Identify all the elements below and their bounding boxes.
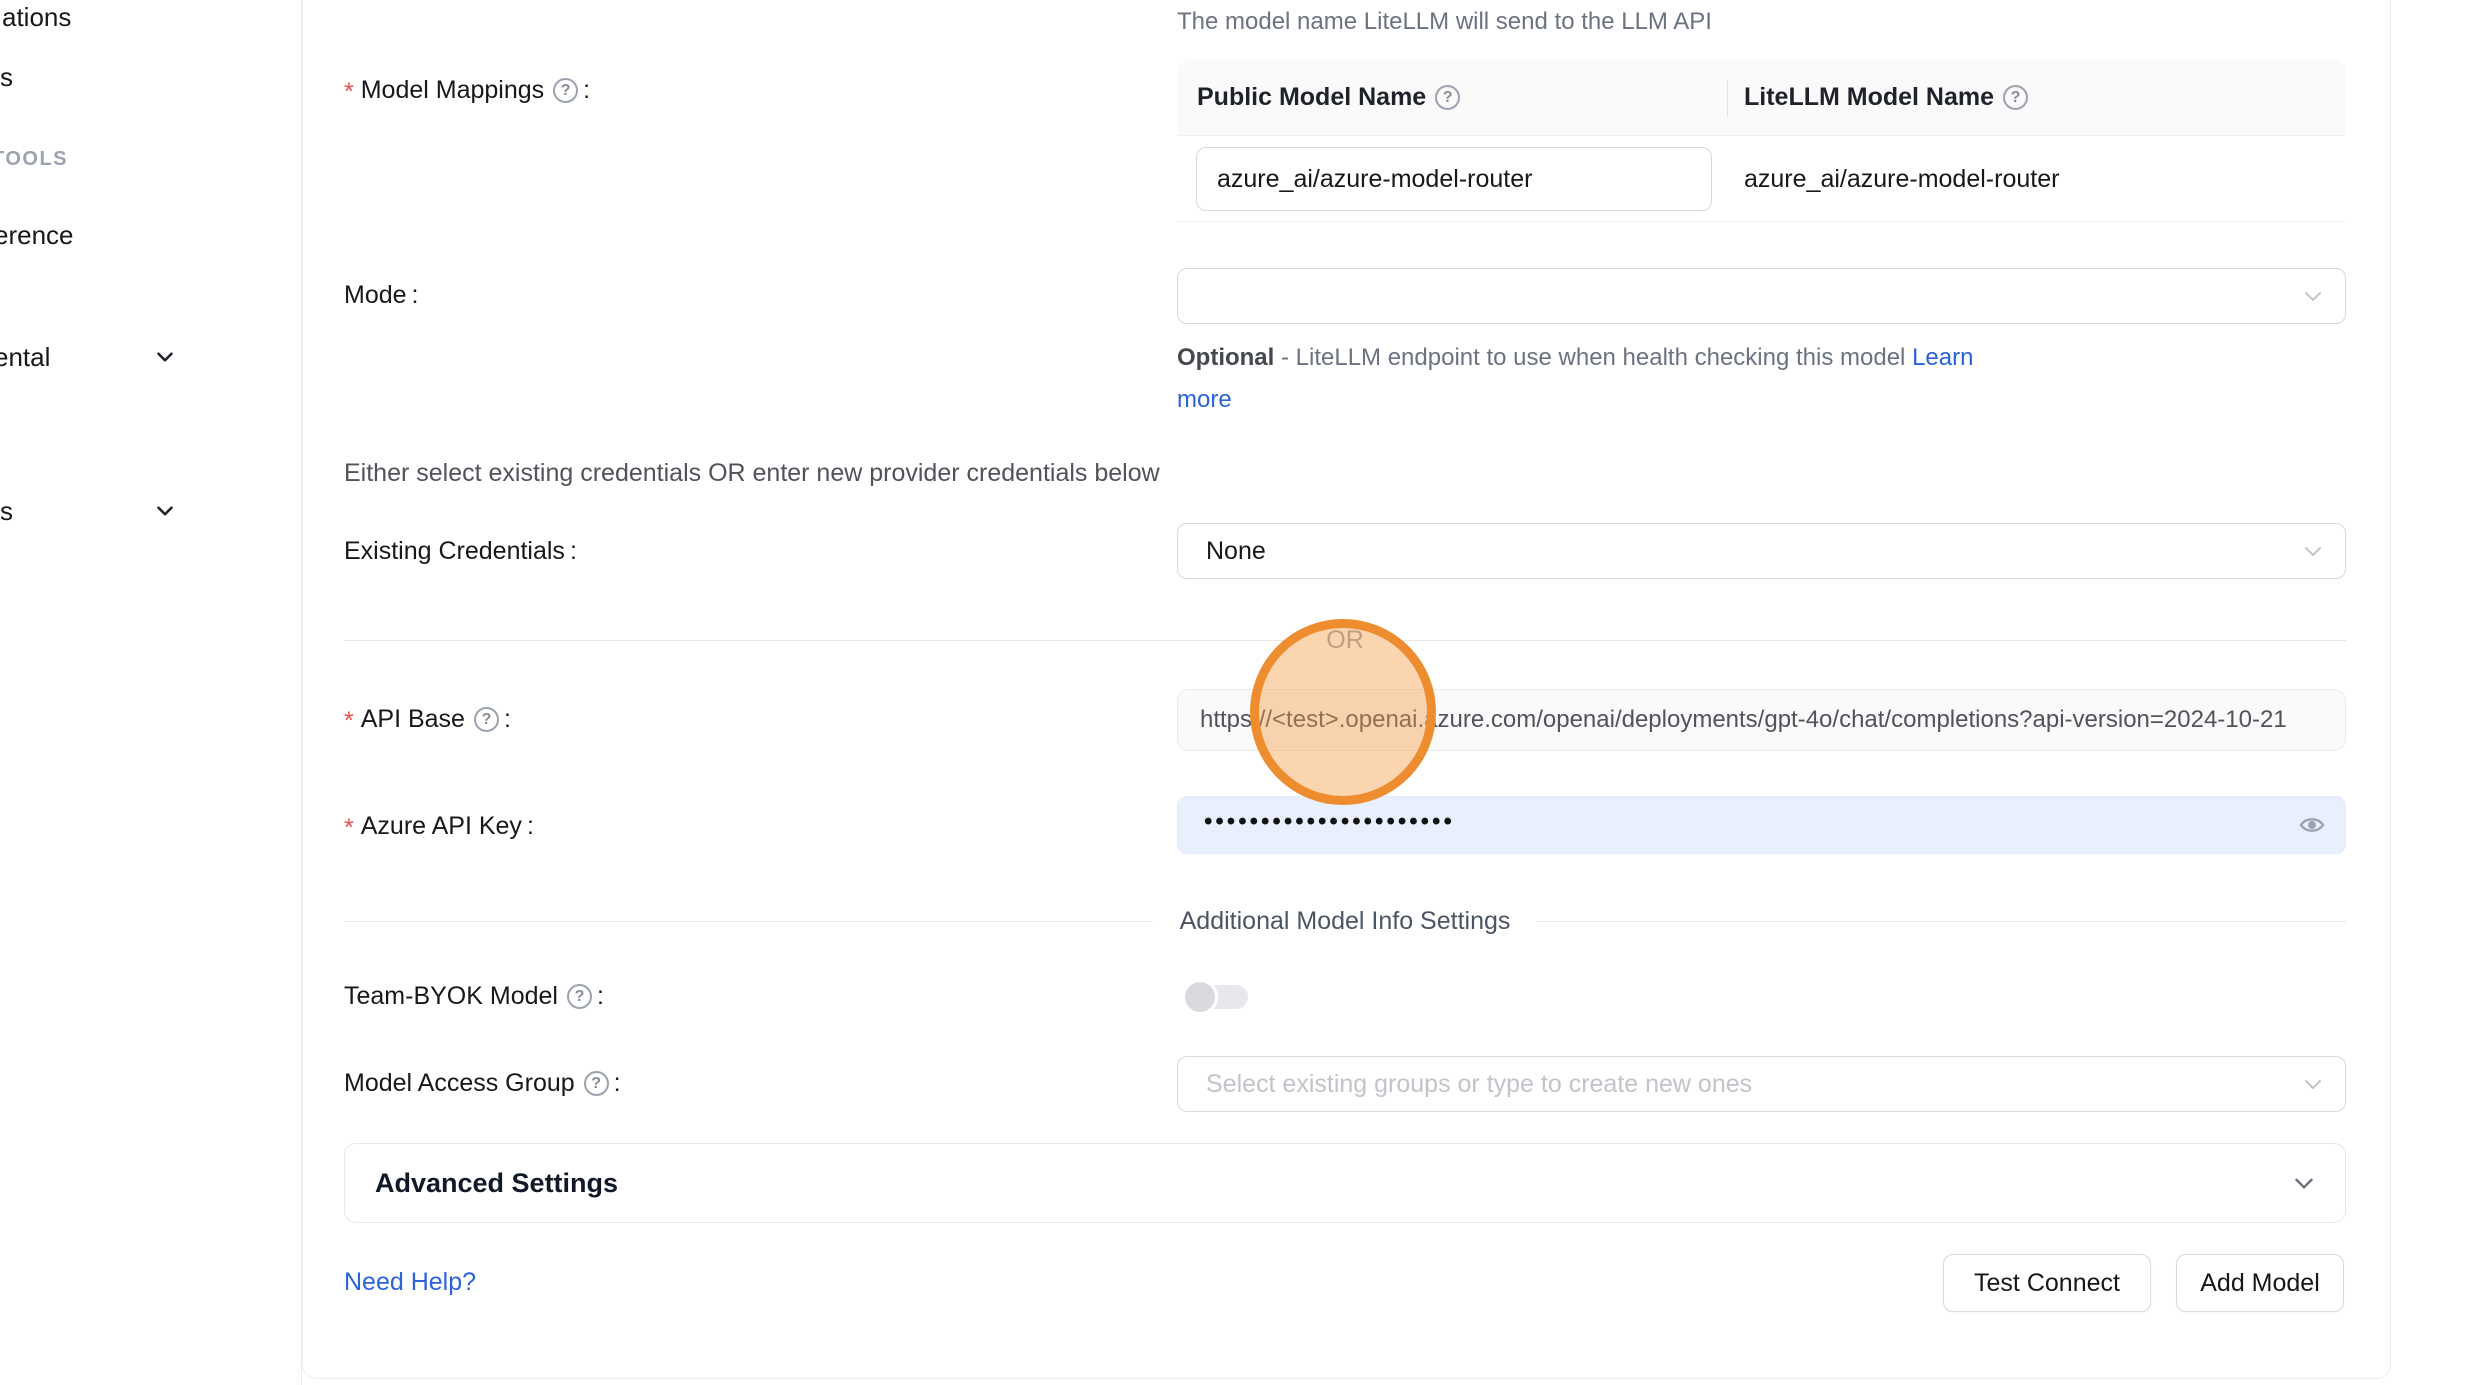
mode-select[interactable] <box>1177 268 2346 324</box>
additional-settings-divider-text: Additional Model Info Settings <box>1153 907 1538 936</box>
model-access-group-placeholder: Select existing groups or type to create… <box>1178 1070 1752 1099</box>
advanced-settings-panel[interactable]: Advanced Settings <box>344 1143 2346 1223</box>
model-access-group-select[interactable]: Select existing groups or type to create… <box>1177 1056 2346 1112</box>
label-colon: : <box>504 705 511 734</box>
chevron-down-icon[interactable] <box>152 498 178 524</box>
learn-more-link[interactable]: more <box>1177 386 1232 414</box>
label-colon: : <box>583 76 590 105</box>
advanced-settings-title: Advanced Settings <box>345 1168 618 1199</box>
team-byok-label: Team-BYOK Model ? : <box>344 982 604 1011</box>
litellm-model-name-helper: The model name LiteLLM will send to the … <box>1177 8 1712 36</box>
required-asterisk: * <box>344 74 354 107</box>
sidebar-item-truncated-5[interactable]: s <box>0 496 13 527</box>
api-base-input[interactable]: https://<test>.openai.azure.com/openai/d… <box>1177 689 2346 751</box>
mode-hint-text: - LiteLLM endpoint to use when health ch… <box>1274 344 1912 371</box>
litellm-model-name-header: LiteLLM Model Name ? <box>1728 83 2028 112</box>
mode-label-text: Mode <box>344 281 407 310</box>
sidebar: ations s TOOLS erence ental s <box>0 0 302 1385</box>
sidebar-item-truncated-2[interactable]: s <box>0 62 13 93</box>
existing-credentials-select[interactable]: None <box>1177 523 2346 579</box>
model-access-group-label-text: Model Access Group <box>344 1069 575 1098</box>
azure-api-key-label: * Azure API Key : <box>344 810 534 843</box>
additional-settings-divider: Additional Model Info Settings <box>344 906 2346 936</box>
litellm-model-name-header-text: LiteLLM Model Name <box>1744 83 1994 112</box>
chevron-down-icon <box>2301 284 2325 308</box>
need-help-link[interactable]: Need Help? <box>344 1268 476 1297</box>
chevron-down-icon[interactable] <box>152 344 178 370</box>
azure-api-key-input[interactable]: •••••••••••••••••••••• <box>1177 796 2346 854</box>
azure-api-key-label-text: Azure API Key <box>361 812 522 841</box>
sidebar-section-tools: TOOLS <box>0 148 68 171</box>
sidebar-item-truncated-4[interactable]: ental <box>0 342 50 373</box>
or-divider-text: OR <box>1299 626 1391 655</box>
eye-icon <box>2298 811 2326 839</box>
existing-credentials-label: Existing Credentials : <box>344 537 577 566</box>
credentials-note: Either select existing credentials OR en… <box>344 459 1160 488</box>
divider-line <box>344 921 1153 922</box>
public-model-name-header-text: Public Model Name <box>1197 83 1426 112</box>
help-question-icon[interactable]: ? <box>1435 85 1460 110</box>
label-colon: : <box>412 281 419 310</box>
mode-hint: Optional - LiteLLM endpoint to use when … <box>1177 344 1973 372</box>
required-asterisk: * <box>344 703 354 736</box>
label-colon: : <box>614 1069 621 1098</box>
model-access-group-label: Model Access Group ? : <box>344 1069 621 1098</box>
model-mappings-label-text: Model Mappings <box>361 76 544 105</box>
toggle-password-visibility-button[interactable] <box>2297 810 2327 840</box>
toggle-knob <box>1182 979 1218 1015</box>
litellm-model-name-value: azure_ai/azure-model-router <box>1744 136 2059 222</box>
api-base-label-text: API Base <box>361 705 465 734</box>
help-question-icon[interactable]: ? <box>474 707 499 732</box>
model-mappings-table: Public Model Name ? LiteLLM Model Name ?… <box>1177 60 2346 222</box>
chevron-down-icon <box>2301 1072 2325 1096</box>
learn-more-link[interactable]: Learn <box>1912 344 1973 371</box>
mode-label: Mode : <box>344 281 419 310</box>
public-model-name-input[interactable]: azure_ai/azure-model-router <box>1196 147 1712 211</box>
label-colon: : <box>597 982 604 1011</box>
divider-line <box>1537 921 2346 922</box>
divider-line <box>344 640 1299 641</box>
mode-hint-bold: Optional <box>1177 344 1274 371</box>
team-byok-toggle[interactable] <box>1196 985 1248 1009</box>
add-model-button[interactable]: Add Model <box>2176 1254 2344 1312</box>
model-mappings-label: * Model Mappings ? : <box>344 74 590 107</box>
divider-line <box>1391 640 2346 641</box>
existing-credentials-value: None <box>1178 537 1266 566</box>
or-divider: OR <box>344 625 2346 655</box>
test-connect-button[interactable]: Test Connect <box>1943 1254 2151 1312</box>
label-colon: : <box>527 812 534 841</box>
help-question-icon[interactable]: ? <box>567 984 592 1009</box>
team-byok-label-text: Team-BYOK Model <box>344 982 558 1011</box>
chevron-down-icon <box>2301 539 2325 563</box>
label-colon: : <box>570 537 577 566</box>
public-model-name-header: Public Model Name ? <box>1177 83 1727 112</box>
model-mappings-table-row: azure_ai/azure-model-router azure_ai/azu… <box>1177 136 2346 222</box>
sidebar-item-truncated-3[interactable]: erence <box>0 220 74 251</box>
model-mappings-table-header: Public Model Name ? LiteLLM Model Name ? <box>1177 60 2346 136</box>
sidebar-item-truncated-1[interactable]: ations <box>2 2 71 33</box>
help-question-icon[interactable]: ? <box>553 78 578 103</box>
api-base-value: https://<test>.openai.azure.com/openai/d… <box>1178 706 2287 734</box>
help-question-icon[interactable]: ? <box>584 1071 609 1096</box>
api-base-label: * API Base ? : <box>344 703 511 736</box>
masked-password-dots: •••••••••••••••••••••• <box>1178 808 1455 836</box>
required-asterisk: * <box>344 810 354 843</box>
chevron-down-icon <box>2291 1170 2317 1196</box>
existing-credentials-label-text: Existing Credentials <box>344 537 565 566</box>
help-question-icon[interactable]: ? <box>2003 85 2028 110</box>
